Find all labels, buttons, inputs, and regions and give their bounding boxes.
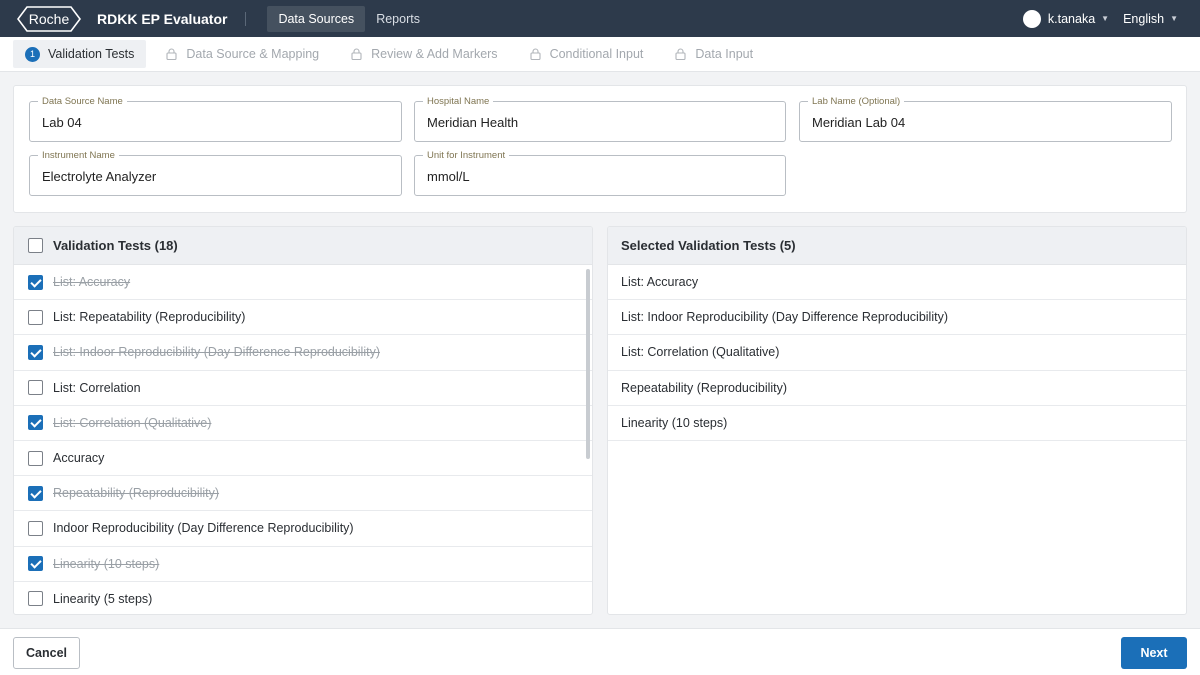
step-label: Data Source & Mapping [186, 47, 320, 61]
validation-test-row[interactable]: Repeatability (Reproducibility) [14, 476, 592, 512]
selected-test-row[interactable]: Repeatability (Reproducibility) [608, 371, 1186, 406]
validation-test-row[interactable]: List: Indoor Reproducibility (Day Differ… [14, 335, 592, 371]
field-value[interactable]: Lab 04 [42, 115, 82, 130]
lab-name-field[interactable]: Lab Name (Optional) Meridian Lab 04 [799, 96, 1172, 142]
test-checkbox[interactable] [28, 556, 43, 572]
selected-test-row[interactable]: Linearity (10 steps) [608, 406, 1186, 441]
field-value[interactable]: Electrolyte Analyzer [42, 169, 156, 184]
language-caret-icon[interactable]: ▼ [1170, 14, 1178, 23]
list-scrollbar[interactable] [586, 269, 590, 459]
step-review-add-markers: Review & Add Markers [339, 40, 509, 68]
wizard-steps-bar: 1 Validation Tests Data Source & Mapping… [0, 37, 1200, 72]
test-checkbox[interactable] [28, 344, 43, 360]
lock-icon [166, 48, 177, 60]
selected-tests-panel: Selected Validation Tests (5) List: Accu… [607, 226, 1187, 615]
test-label: List: Indoor Reproducibility (Day Differ… [53, 345, 380, 360]
language-selector[interactable]: English [1123, 12, 1164, 26]
test-checkbox[interactable] [28, 274, 43, 290]
step-label: Conditional Input [549, 47, 644, 61]
selected-tests-header: Selected Validation Tests (5) [608, 227, 1186, 265]
validation-tests-header: Validation Tests (18) [14, 227, 592, 265]
field-label: Hospital Name [423, 96, 494, 107]
selected-tests-title: Selected Validation Tests (5) [621, 238, 796, 253]
lock-icon [675, 48, 686, 60]
roche-logo[interactable]: Roche [17, 5, 81, 32]
next-button[interactable]: Next [1121, 637, 1187, 669]
validation-test-row[interactable]: List: Correlation (Qualitative) [14, 406, 592, 441]
selected-test-row[interactable]: List: Accuracy [608, 265, 1186, 301]
validation-test-row[interactable]: Linearity (5 steps) [14, 582, 592, 614]
test-label: List: Correlation [53, 380, 141, 395]
step-number-badge: 1 [25, 46, 40, 62]
step-conditional-input: Conditional Input [518, 40, 656, 68]
step-validation-tests[interactable]: 1 Validation Tests [13, 40, 147, 68]
field-label: Lab Name (Optional) [808, 96, 905, 107]
test-checkbox[interactable] [28, 520, 43, 536]
step-label: Validation Tests [48, 47, 135, 61]
validation-test-row[interactable]: Linearity (10 steps) [14, 547, 592, 582]
field-value[interactable]: Meridian Lab 04 [812, 115, 905, 130]
validation-tests-title: Validation Tests (18) [53, 238, 178, 253]
test-checkbox[interactable] [28, 309, 43, 325]
selected-test-label: List: Correlation (Qualitative) [621, 345, 780, 360]
nav-tab-reports[interactable]: Reports [365, 6, 431, 32]
test-label: Accuracy [53, 451, 105, 466]
test-label: List: Accuracy [53, 275, 131, 290]
selected-test-label: List: Indoor Reproducibility (Day Differ… [621, 310, 948, 325]
field-label: Unit for Instrument [423, 150, 510, 161]
step-data-source-mapping: Data Source & Mapping [154, 40, 331, 68]
test-checkbox[interactable] [28, 450, 43, 466]
test-checkbox[interactable] [28, 485, 43, 501]
test-label: Repeatability (Reproducibility) [53, 486, 220, 501]
step-label: Review & Add Markers [371, 47, 498, 61]
data-source-name-field[interactable]: Data Source Name Lab 04 [29, 96, 402, 142]
logo-text: Roche [28, 10, 70, 27]
test-label: List: Repeatability (Reproducibility) [53, 310, 246, 325]
unit-for-instrument-field[interactable]: Unit for Instrument mmol/L [414, 150, 786, 196]
field-value[interactable]: Meridian Health [427, 115, 518, 130]
validation-test-row[interactable]: List: Repeatability (Reproducibility) [14, 300, 592, 336]
validation-tests-panel: Validation Tests (18) List: Accuracy List… [13, 226, 593, 615]
user-menu-caret-icon[interactable]: ▼ [1101, 14, 1109, 23]
user-name[interactable]: k.tanaka [1048, 12, 1095, 26]
validation-test-row[interactable]: Indoor Reproducibility (Day Difference R… [14, 511, 592, 547]
selected-test-label: List: Accuracy [621, 275, 699, 290]
test-label: Linearity (5 steps) [53, 591, 153, 606]
cancel-button[interactable]: Cancel [13, 637, 80, 669]
field-label: Instrument Name [38, 150, 119, 161]
test-checkbox[interactable] [28, 415, 43, 431]
test-label: Linearity (10 steps) [53, 556, 160, 571]
field-label: Data Source Name [38, 96, 127, 107]
selected-test-row[interactable]: List: Correlation (Qualitative) [608, 335, 1186, 371]
selected-test-row[interactable]: List: Indoor Reproducibility (Day Differ… [608, 300, 1186, 336]
select-all-checkbox[interactable] [28, 238, 43, 253]
lock-icon [351, 48, 362, 60]
hospital-name-field[interactable]: Hospital Name Meridian Health [414, 96, 786, 142]
user-avatar[interactable] [1022, 9, 1041, 28]
test-label: List: Correlation (Qualitative) [53, 415, 212, 430]
validation-test-row[interactable]: List: Accuracy [14, 265, 592, 301]
top-navigation-bar: Roche RDKK EP Evaluator Data Sources Rep… [0, 0, 1200, 37]
test-label: Indoor Reproducibility (Day Difference R… [53, 521, 354, 536]
test-checkbox[interactable] [28, 380, 43, 396]
validation-test-row[interactable]: Accuracy [14, 441, 592, 477]
step-data-input: Data Input [663, 40, 765, 68]
wizard-footer: Cancel Next [0, 628, 1200, 675]
nav-tab-data-sources[interactable]: Data Sources [267, 5, 366, 32]
selected-test-label: Repeatability (Reproducibility) [621, 380, 788, 395]
selected-tests-list: List: Accuracy List: Indoor Reproducibili… [608, 265, 1186, 441]
field-value[interactable]: mmol/L [427, 169, 470, 184]
step-label: Data Input [695, 47, 754, 61]
validation-test-row[interactable]: List: Correlation [14, 371, 592, 406]
title-divider [245, 11, 247, 26]
data-source-form: Data Source Name Lab 04 Hospital Name Me… [13, 85, 1187, 213]
app-title: RDKK EP Evaluator [97, 10, 228, 27]
test-checkbox[interactable] [28, 591, 43, 607]
selected-test-label: Linearity (10 steps) [621, 415, 728, 430]
instrument-name-field[interactable]: Instrument Name Electrolyte Analyzer [29, 150, 402, 196]
validation-tests-list: List: Accuracy List: Repeatability (Repro… [14, 265, 592, 614]
lock-icon [530, 48, 541, 60]
